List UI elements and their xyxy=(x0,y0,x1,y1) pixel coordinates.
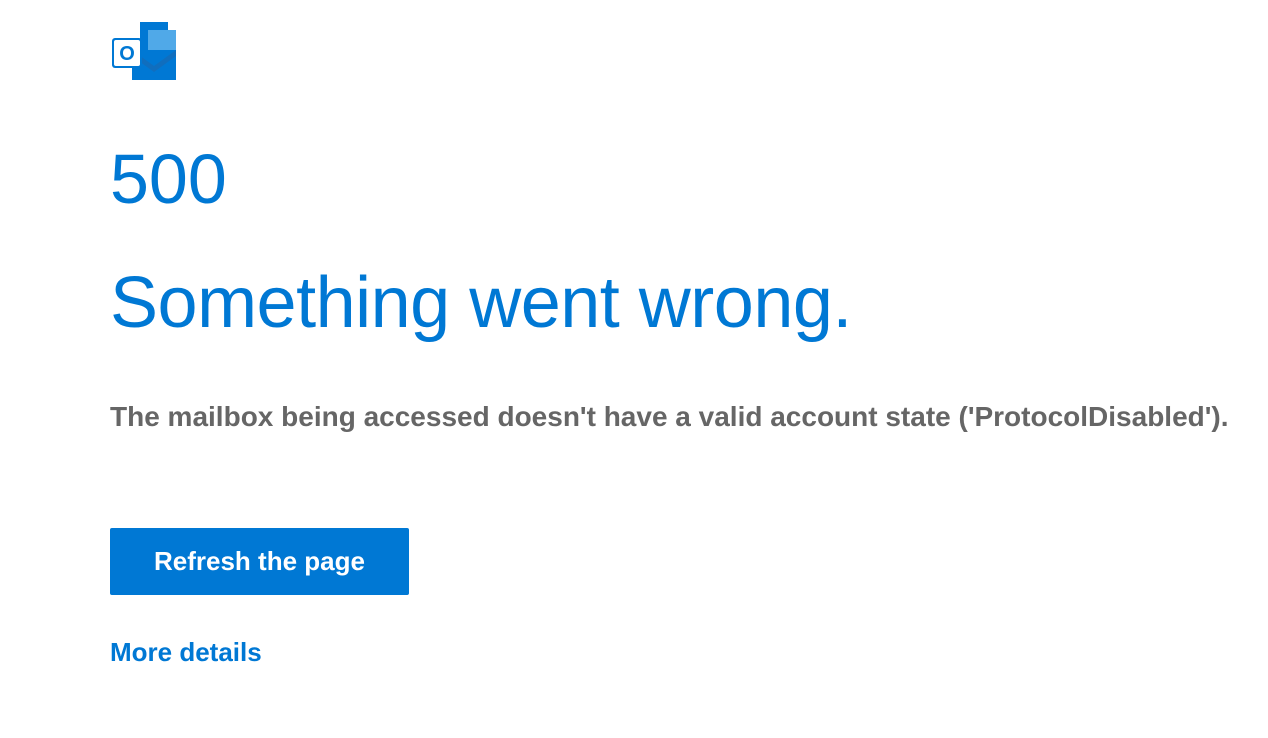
error-title: Something went wrong. xyxy=(110,264,1268,343)
refresh-button[interactable]: Refresh the page xyxy=(110,528,409,595)
error-code: 500 xyxy=(110,144,1268,214)
more-details-link[interactable]: More details xyxy=(110,637,262,668)
svg-text:O: O xyxy=(119,43,135,65)
outlook-logo-icon: O xyxy=(110,22,1268,89)
error-message: The mailbox being accessed doesn't have … xyxy=(110,401,1268,433)
error-page-container: O 500 Something went wrong. The mailbox … xyxy=(0,0,1268,668)
